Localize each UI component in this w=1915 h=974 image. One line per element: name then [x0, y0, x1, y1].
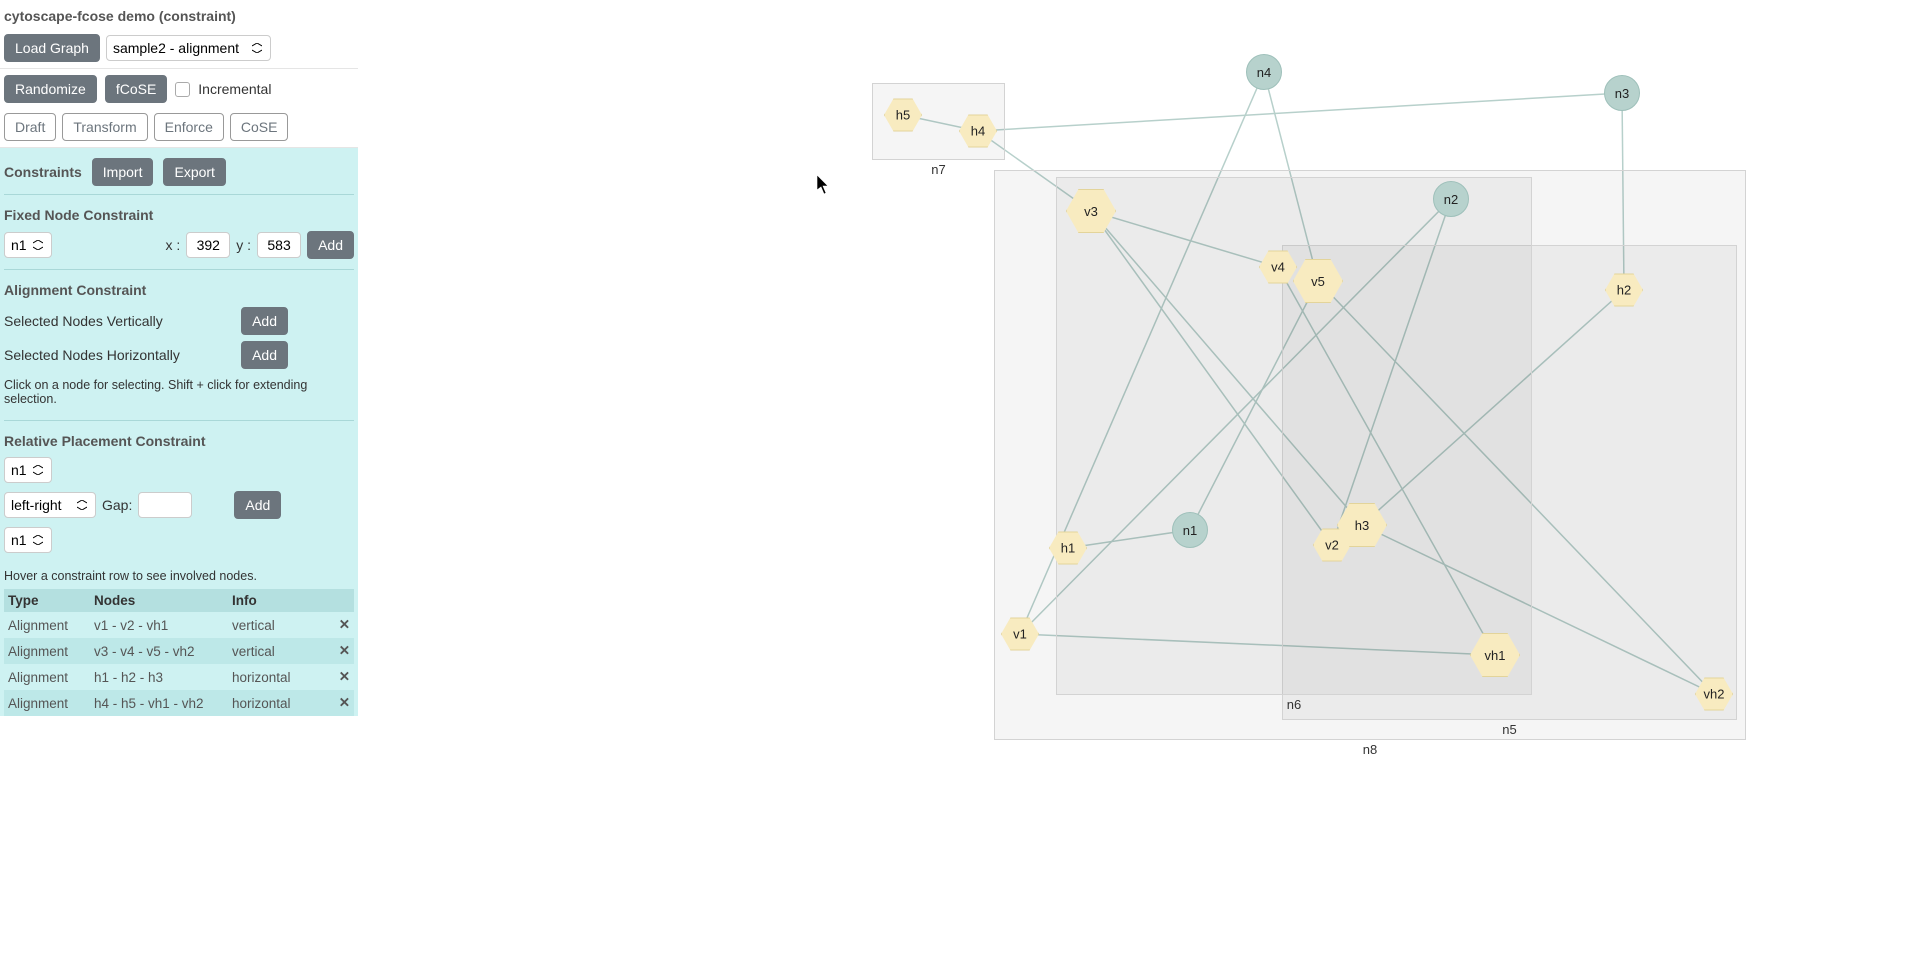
relative-add-button[interactable]: Add — [234, 491, 281, 519]
gap-label: Gap: — [102, 497, 132, 513]
cose-button[interactable]: CoSE — [230, 113, 289, 141]
cell-nodes: h4 - h5 - vh1 - vh2 — [90, 690, 228, 716]
import-button[interactable]: Import — [92, 158, 154, 186]
table-row[interactable]: Alignmentv3 - v4 - v5 - vh2vertical✕ — [4, 638, 354, 664]
sample-select[interactable]: sample2 - alignment — [106, 35, 271, 61]
cursor-icon — [817, 175, 831, 195]
load-graph-button[interactable]: Load Graph — [4, 34, 100, 62]
node-n3[interactable]: n3 — [1604, 75, 1640, 111]
fixed-add-button[interactable]: Add — [307, 231, 354, 259]
cell-nodes: v3 - v4 - v5 - vh2 — [90, 638, 228, 664]
alignment-hint: Click on a node for selecting. Shift + c… — [4, 372, 354, 412]
cell-info: vertical — [228, 612, 330, 638]
page-title: cytoscape-fcose demo (constraint) — [4, 4, 354, 32]
incremental-checkbox[interactable] — [175, 82, 190, 97]
table-row[interactable]: Alignmenth4 - h5 - vh1 - vh2horizontal✕ — [4, 690, 354, 716]
th-nodes: Nodes — [90, 589, 228, 612]
fixed-node-select[interactable]: n1 — [4, 232, 52, 258]
alignment-heading: Alignment Constraint — [4, 274, 354, 304]
th-type: Type — [4, 589, 90, 612]
delete-row-button[interactable]: ✕ — [330, 612, 354, 638]
x-input[interactable] — [186, 232, 230, 258]
align-horizontal-add-button[interactable]: Add — [241, 341, 288, 369]
relative-node-a-select[interactable]: n1 — [4, 457, 52, 483]
node-n2[interactable]: n2 — [1433, 181, 1469, 217]
relative-node-b-select[interactable]: n1 — [4, 527, 52, 553]
x-label: x : — [166, 237, 181, 253]
delete-row-button[interactable]: ✕ — [330, 664, 354, 690]
compound-label: n8 — [1363, 742, 1377, 757]
y-input[interactable] — [257, 232, 301, 258]
cell-info: horizontal — [228, 690, 330, 716]
node-n1[interactable]: n1 — [1172, 512, 1208, 548]
align-vertical-label: Selected Nodes Vertically — [4, 313, 163, 329]
node-n4[interactable]: n4 — [1246, 54, 1282, 90]
incremental-label: Incremental — [198, 81, 271, 97]
table-row[interactable]: Alignmentv1 - v2 - vh1vertical✕ — [4, 612, 354, 638]
relative-direction-select[interactable]: left-right — [4, 492, 96, 518]
align-vertical-add-button[interactable]: Add — [241, 307, 288, 335]
align-horizontal-label: Selected Nodes Horizontally — [4, 347, 180, 363]
compound-node-n6[interactable] — [1056, 177, 1532, 695]
fixed-constraint-heading: Fixed Node Constraint — [4, 199, 354, 229]
table-hint: Hover a constraint row to see involved n… — [4, 563, 354, 589]
cell-info: vertical — [228, 638, 330, 664]
gap-input[interactable] — [138, 492, 192, 518]
export-button[interactable]: Export — [163, 158, 225, 186]
table-row[interactable]: Alignmenth1 - h2 - h3horizontal✕ — [4, 664, 354, 690]
cell-type: Alignment — [4, 612, 90, 638]
draft-button[interactable]: Draft — [4, 113, 56, 141]
randomize-button[interactable]: Randomize — [4, 75, 97, 103]
transform-button[interactable]: Transform — [62, 113, 147, 141]
compound-label: n5 — [1502, 722, 1516, 737]
graph-canvas[interactable]: n7n8n5n6h5h4n4n3v3n2v4v5h2n1h1v2h3v1vh1v… — [358, 0, 1915, 974]
relative-heading: Relative Placement Constraint — [4, 425, 354, 455]
delete-row-button[interactable]: ✕ — [330, 638, 354, 664]
delete-row-button[interactable]: ✕ — [330, 690, 354, 716]
compound-label: n6 — [1287, 697, 1301, 712]
cell-type: Alignment — [4, 638, 90, 664]
y-label: y : — [236, 237, 251, 253]
th-info: Info — [228, 589, 330, 612]
constraints-heading: Constraints — [4, 162, 82, 182]
cell-type: Alignment — [4, 664, 90, 690]
cell-nodes: h1 - h2 - h3 — [90, 664, 228, 690]
compound-label: n7 — [931, 162, 945, 177]
constraints-table: Type Nodes Info Alignmentv1 - v2 - vh1ve… — [4, 589, 354, 716]
enforce-button[interactable]: Enforce — [154, 113, 224, 141]
cell-info: horizontal — [228, 664, 330, 690]
cell-type: Alignment — [4, 690, 90, 716]
cell-nodes: v1 - v2 - vh1 — [90, 612, 228, 638]
fcose-button[interactable]: fCoSE — [105, 75, 167, 103]
